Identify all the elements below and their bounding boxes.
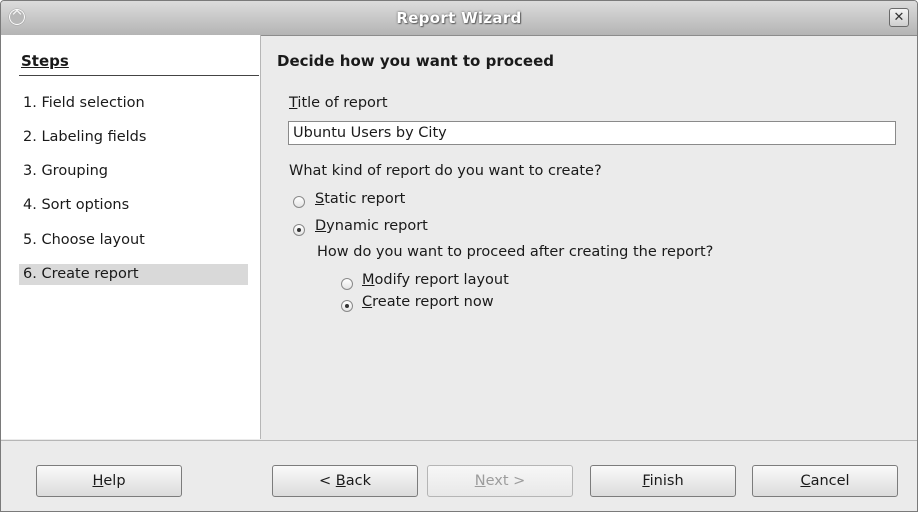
step-field-selection[interactable]: 1. Field selection	[19, 93, 248, 114]
page-heading: Decide how you want to proceed	[277, 52, 555, 70]
report-title-input[interactable]	[288, 121, 896, 145]
next-button[interactable]: Next >	[427, 465, 573, 497]
report-kind-question: What kind of report do you want to creat…	[289, 163, 602, 179]
step-sort-options[interactable]: 4. Sort options	[19, 195, 248, 216]
cancel-button[interactable]: Cancel	[752, 465, 898, 497]
modify-layout-label[interactable]: Modify report layout	[362, 272, 509, 288]
dynamic-report-radio[interactable]	[293, 224, 305, 236]
step-grouping[interactable]: 3. Grouping	[19, 161, 248, 182]
close-icon: ✕	[893, 10, 905, 25]
help-button[interactable]: Help	[36, 465, 182, 497]
finish-button[interactable]: Finish	[590, 465, 736, 497]
steps-divider	[19, 75, 259, 76]
steps-sidebar: Steps 1. Field selection 2. Labeling fie…	[1, 35, 261, 439]
main-panel: Decide how you want to proceed Title of …	[261, 35, 917, 439]
step-create-report[interactable]: 6. Create report	[19, 264, 248, 285]
modify-layout-radio[interactable]	[341, 278, 353, 290]
create-now-label[interactable]: Create report now	[362, 294, 494, 310]
steps-heading: Steps	[21, 52, 69, 70]
proceed-question: How do you want to proceed after creatin…	[317, 244, 714, 260]
back-button[interactable]: < Back	[272, 465, 418, 497]
static-report-label[interactable]: Static report	[315, 191, 405, 207]
create-now-radio[interactable]	[341, 300, 353, 312]
report-wizard-window: Report Wizard ✕ Steps 1. Field selection…	[0, 0, 918, 512]
title-label: Title of report	[289, 95, 388, 111]
step-choose-layout[interactable]: 5. Choose layout	[19, 230, 248, 251]
step-labeling-fields[interactable]: 2. Labeling fields	[19, 127, 248, 148]
static-report-radio[interactable]	[293, 196, 305, 208]
dynamic-report-label[interactable]: Dynamic report	[315, 218, 428, 234]
close-button[interactable]: ✕	[889, 8, 909, 27]
window-title: Report Wizard	[396, 9, 522, 27]
button-bar: Help < Back Next > Finish Cancel	[1, 440, 917, 511]
title-bar: Report Wizard ✕	[1, 1, 917, 36]
